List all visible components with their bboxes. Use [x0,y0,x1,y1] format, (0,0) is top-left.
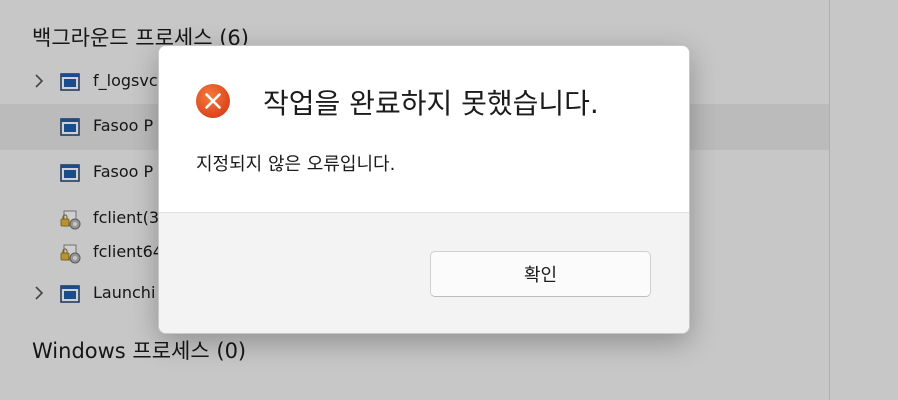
dialog-title: 작업을 완료하지 못했습니다. [263,87,599,120]
error-dialog: 작업을 완료하지 못했습니다. 지정되지 않은 오류입니다. 확인 [158,45,690,334]
ok-button[interactable]: 확인 [430,251,651,297]
dialog-footer: 확인 [159,212,689,333]
error-icon [195,83,231,119]
dialog-message: 지정되지 않은 오류입니다. [196,154,396,175]
dialog-body: 작업을 완료하지 못했습니다. 지정되지 않은 오류입니다. [159,46,689,212]
